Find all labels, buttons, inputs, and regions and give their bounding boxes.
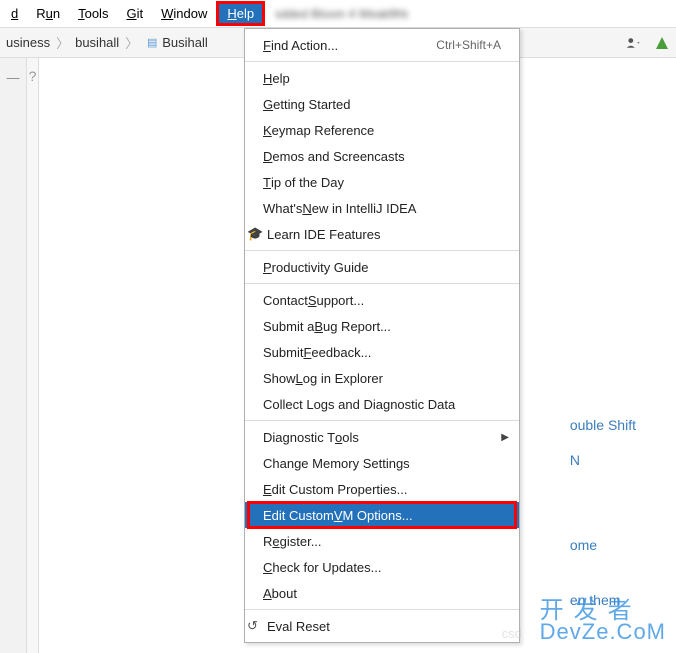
menu-submit-feedback[interactable]: Submit Feedback... [245,339,519,365]
menu-diagnostic-tools[interactable]: Diagnostic Tools▶ [245,424,519,450]
menu-change-memory[interactable]: Change Memory Settings [245,450,519,476]
reset-icon: ↺ [247,618,261,634]
file-icon: ▤ [144,35,160,51]
menu-productivity-guide[interactable]: Productivity Guide [245,254,519,280]
menu-getting-started[interactable]: Getting Started [245,91,519,117]
menu-keymap-reference[interactable]: Keymap Reference [245,117,519,143]
help-dropdown: Find Action... Ctrl+Shift+A Help Getting… [244,28,520,643]
menu-demos-screencasts[interactable]: Demos and Screencasts [245,143,519,169]
menu-learn-ide[interactable]: 🎓 Learn IDE Features [245,221,519,247]
window-title-obscured: sdded Bloom 4 Weakfifrk [275,7,408,21]
chevron-right-icon: 〉 [56,33,69,52]
menu-about[interactable]: About [245,580,519,606]
menu-separator [245,61,519,62]
menu-help-item[interactable]: Help [245,65,519,91]
menu-tip-of-day[interactable]: Tip of the Day [245,169,519,195]
menu-help[interactable]: Help [216,1,265,26]
build-icon[interactable] [654,35,670,51]
menu-edit-custom-properties[interactable]: Edit Custom Properties... [245,476,519,502]
menu-contact-support[interactable]: Contact Support... [245,287,519,313]
menu-separator [245,283,519,284]
menu-show-log[interactable]: Show Log in Explorer [245,365,519,391]
watermark: csd 开发者 DevZe.CoM [540,590,666,645]
user-dropdown-icon[interactable] [626,35,642,51]
menu-eval-reset[interactable]: ↺ Eval Reset [245,613,519,639]
graduation-cap-icon: 🎓 [247,226,261,242]
collapse-icon[interactable]: — [7,70,20,85]
breadcrumb-item[interactable]: Busihall [162,35,208,50]
menubar: d Run Tools Git Window Help sdded Bloom … [0,0,676,28]
gutter: ? [27,58,39,653]
menu-separator [245,250,519,251]
menu-separator [245,609,519,610]
menu-submit-bug[interactable]: Submit a Bug Report... [245,313,519,339]
menu-collect-logs[interactable]: Collect Logs and Diagnostic Data [245,391,519,417]
breadcrumb: usiness 〉 busihall 〉 ▤ Busihall [6,33,208,52]
chevron-right-icon: 〉 [125,33,138,52]
menu-window[interactable]: Window [152,3,216,24]
background-hints: ouble Shift N ome en them [570,408,636,618]
sidebar: — [0,58,27,653]
menu-git[interactable]: Git [117,3,152,24]
menu-separator [245,420,519,421]
shortcut-label: Ctrl+Shift+A [436,38,501,52]
menu-edit-custom-vm-options[interactable]: Edit Custom VM Options... [245,502,519,528]
menu-check-updates[interactable]: Check for Updates... [245,554,519,580]
help-icon[interactable]: ? [29,68,37,84]
breadcrumb-item[interactable]: busihall [75,35,119,50]
menu-tools[interactable]: Tools [69,3,117,24]
menu-register[interactable]: Register... [245,528,519,554]
menu-find-action[interactable]: Find Action... Ctrl+Shift+A [245,32,519,58]
breadcrumb-item[interactable]: usiness [6,35,50,50]
menu-run[interactable]: Run [27,3,69,24]
menu-whats-new[interactable]: What's New in IntelliJ IDEA [245,195,519,221]
submenu-arrow-icon: ▶ [501,432,509,443]
menu-d[interactable]: d [2,3,27,24]
